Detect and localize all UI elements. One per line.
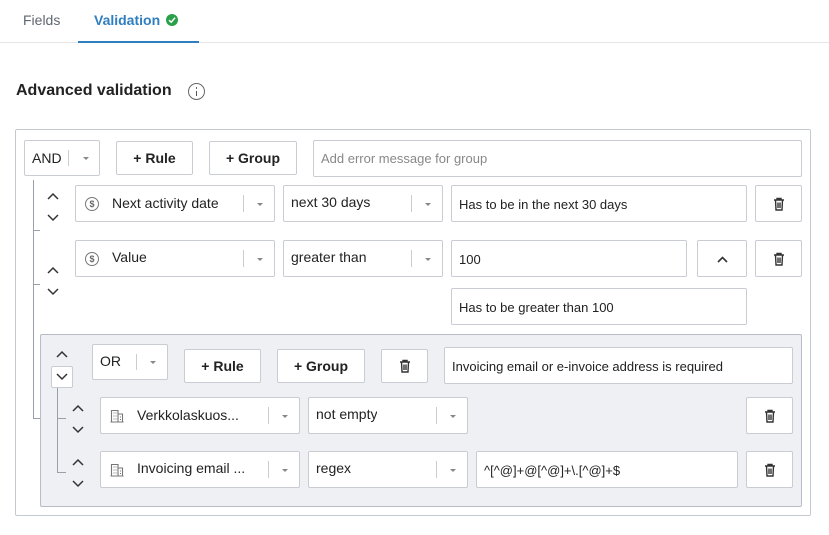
rule-condition-select[interactable]: greater than [283, 240, 443, 277]
move-up-button[interactable] [67, 452, 89, 474]
chevron-down-icon [282, 469, 288, 472]
move-down-button[interactable] [51, 366, 73, 388]
tree-line [33, 284, 40, 285]
move-up-button[interactable] [42, 186, 64, 208]
delete-rule-button[interactable] [755, 185, 802, 222]
chevron-down-icon [425, 258, 431, 261]
delete-group-button[interactable] [381, 349, 428, 383]
section-title: Advanced validation [16, 82, 172, 99]
rule-field-select[interactable]: $ Next activity date [75, 185, 275, 222]
dollar-circle-icon: $ [85, 252, 99, 266]
delete-rule-button[interactable] [746, 451, 793, 488]
trash-icon [774, 197, 784, 211]
info-icon[interactable] [188, 83, 205, 100]
move-down-button[interactable] [67, 420, 89, 442]
rule-field-select[interactable]: $ Value [75, 240, 275, 277]
move-down-button[interactable] [67, 474, 89, 496]
rule-field-select[interactable]: Invoicing email ... [100, 451, 300, 488]
rule-value-input[interactable]: 100 [451, 240, 687, 277]
dollar-circle-icon: $ [85, 197, 99, 211]
move-up-button[interactable] [51, 344, 73, 366]
tree-line [57, 418, 66, 419]
building-icon [110, 409, 124, 423]
tab-validation[interactable]: Validation [78, 0, 199, 43]
trash-icon [765, 409, 775, 423]
add-group-button[interactable]: + Group [209, 141, 297, 175]
group-error-message-input[interactable]: Add error message for group [313, 140, 802, 177]
move-down-button[interactable] [42, 208, 64, 230]
chevron-down-icon [282, 415, 288, 418]
tab-bar: Fields Validation [0, 0, 829, 43]
trash-icon [765, 463, 775, 477]
move-up-button[interactable] [67, 398, 89, 420]
rule-field-select[interactable]: Verkkolaskuos... [100, 397, 300, 434]
group-operator-select[interactable]: OR [92, 344, 168, 380]
chevron-down-icon [425, 203, 431, 206]
tree-line [57, 386, 58, 472]
add-rule-button[interactable]: + Rule [116, 141, 193, 175]
tree-line [57, 472, 66, 473]
tab-fields[interactable]: Fields [23, 0, 60, 43]
check-circle-icon [166, 14, 179, 27]
move-up-button[interactable] [42, 260, 64, 282]
rule-condition-select[interactable]: not empty [308, 397, 468, 434]
rule-condition-select[interactable]: next 30 days [283, 185, 443, 222]
chevron-down-icon [83, 157, 89, 160]
add-group-button[interactable]: + Group [277, 349, 365, 383]
trash-icon [400, 359, 410, 373]
delete-rule-button[interactable] [755, 240, 802, 277]
group-operator-select[interactable]: AND [24, 140, 100, 176]
chevron-down-icon [450, 469, 456, 472]
rule-message-input[interactable]: Has to be greater than 100 [451, 288, 747, 325]
rule-value-input[interactable]: ^[^@]+@[^@]+\.[^@]+$ [476, 451, 738, 488]
group-error-message-input[interactable]: Invoicing email or e-invoice address is … [444, 347, 793, 384]
tree-line [33, 230, 40, 231]
add-rule-button[interactable]: + Rule [184, 349, 261, 383]
chevron-down-icon [257, 258, 263, 261]
tree-line [33, 418, 40, 419]
rule-condition-select[interactable]: regex [308, 451, 468, 488]
rule-message-input[interactable]: Has to be in the next 30 days [451, 185, 747, 222]
delete-rule-button[interactable] [746, 397, 793, 434]
chevron-down-icon [450, 415, 456, 418]
move-down-button[interactable] [42, 282, 64, 304]
trash-icon [774, 252, 784, 266]
building-icon [110, 463, 124, 477]
tree-line [33, 180, 34, 418]
chevron-down-icon [150, 361, 156, 364]
chevron-up-icon [717, 256, 728, 263]
collapse-message-button[interactable] [697, 240, 747, 277]
chevron-down-icon [257, 203, 263, 206]
